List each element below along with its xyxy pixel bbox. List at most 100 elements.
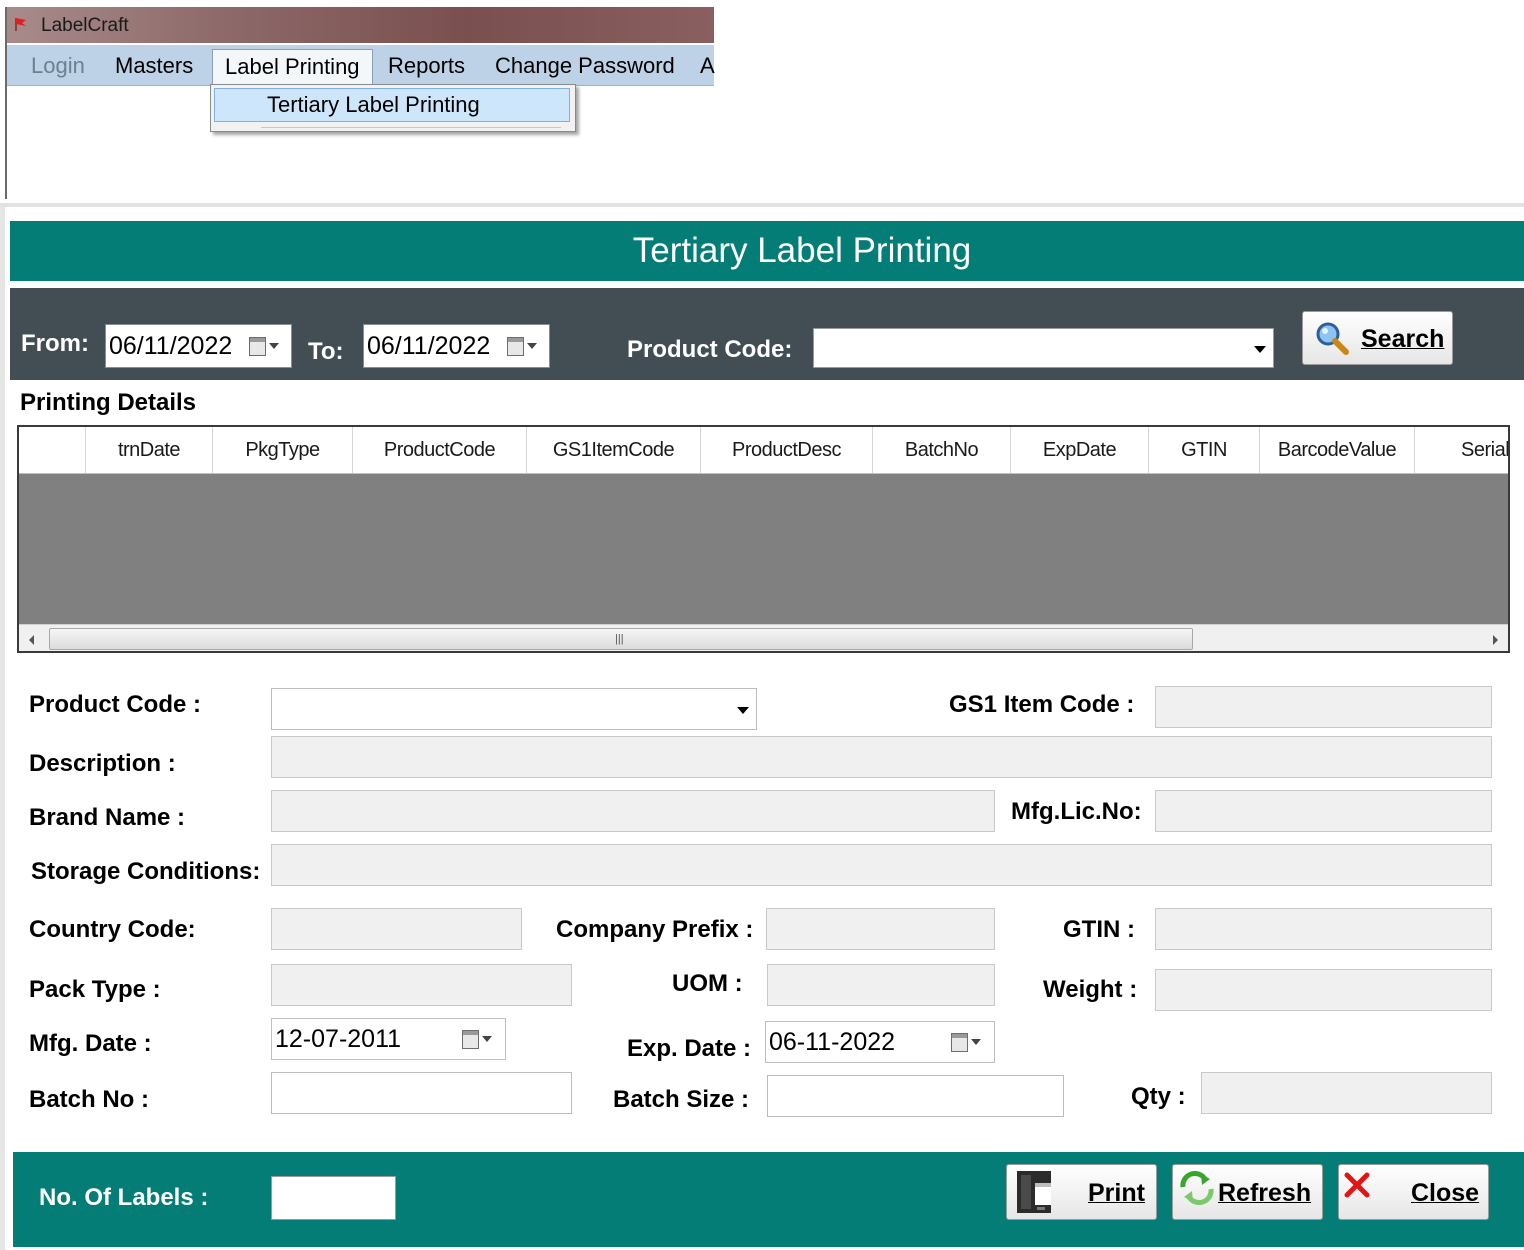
app-title: LabelCraft	[41, 15, 129, 36]
from-label: From:	[21, 330, 89, 357]
exp-date-label: Exp. Date :	[627, 1035, 752, 1062]
mfg-date-label: Mfg. Date :	[29, 1030, 152, 1057]
grid-column-header[interactable]: BarcodeValue	[1260, 427, 1415, 473]
product-code-combo[interactable]	[271, 688, 757, 730]
tertiary-label-printing-form: Tertiary Label Printing From: 06/11/2022…	[0, 203, 1524, 1250]
gs1-item-code-field[interactable]	[1155, 686, 1492, 728]
search-button[interactable]: Search	[1302, 311, 1453, 365]
from-date-picker[interactable]: 06/11/2022	[105, 324, 292, 368]
filter-bar: From: 06/11/2022 To: 06/11/2022 Product …	[10, 288, 1524, 380]
gs1-item-code-label: GS1 Item Code :	[949, 691, 1135, 718]
batch-size-label: Batch Size :	[613, 1086, 750, 1113]
calendar-dropdown-icon[interactable]	[249, 335, 283, 359]
refresh-arrows-icon	[1180, 1171, 1214, 1205]
calendar-dropdown-icon[interactable]	[951, 1031, 985, 1055]
gtin-label: GTIN :	[1063, 916, 1135, 943]
scrollbar-thumb[interactable]: |||	[49, 628, 1193, 650]
pack-type-field[interactable]	[271, 964, 572, 1006]
printer-icon	[1017, 1171, 1051, 1213]
grid-column-header[interactable]: ProductDesc	[701, 427, 873, 473]
grid-column-header[interactable]: ExpDate	[1011, 427, 1149, 473]
refresh-button[interactable]: Refresh	[1172, 1164, 1323, 1220]
menu-bar: Login Masters Label Printing Reports Cha…	[7, 45, 715, 86]
qty-field[interactable]	[1201, 1072, 1492, 1114]
filter-product-code-combo[interactable]	[813, 328, 1274, 368]
calendar-dropdown-icon[interactable]	[507, 335, 541, 359]
form-left-edge	[0, 207, 5, 1250]
grid-column-header[interactable]: GTIN	[1149, 427, 1260, 473]
menu-change-password[interactable]: Change Password	[495, 53, 675, 79]
red-flag-icon	[15, 18, 26, 31]
close-button[interactable]: Close	[1338, 1164, 1489, 1220]
batch-no-field[interactable]	[271, 1072, 572, 1114]
menu-truncated-item[interactable]: A	[700, 53, 715, 79]
printing-details-grid[interactable]: trnDate PkgType ProductCode GS1ItemCode …	[17, 425, 1510, 653]
batch-no-label: Batch No :	[29, 1086, 149, 1113]
product-code-label: Product Code :	[29, 691, 201, 718]
grid-column-header[interactable]: trnDate	[86, 427, 213, 473]
grid-row-header-corner	[19, 427, 86, 473]
company-prefix-field[interactable]	[766, 908, 995, 950]
label-printing-dropdown: Tertiary Label Printing	[210, 84, 576, 132]
weight-field[interactable]	[1155, 969, 1492, 1011]
mfg-date-picker[interactable]: 12-07-2011	[271, 1018, 506, 1060]
exp-date-picker[interactable]: 06-11-2022	[765, 1021, 995, 1063]
scroll-left-icon[interactable]	[29, 635, 34, 645]
description-field[interactable]	[271, 736, 1492, 778]
form-title: Tertiary Label Printing	[632, 231, 972, 270]
title-bar: LabelCraft	[7, 7, 714, 43]
brand-name-label: Brand Name :	[29, 804, 186, 831]
grid-column-header[interactable]: GS1ItemCode	[527, 427, 701, 473]
form-header: Tertiary Label Printing	[10, 221, 1524, 281]
print-button-label: Print	[1088, 1179, 1145, 1207]
batch-size-field[interactable]	[767, 1075, 1064, 1117]
grid-horizontal-scrollbar[interactable]: |||	[19, 624, 1508, 651]
brand-name-field[interactable]	[271, 790, 995, 832]
exp-date-value: 06-11-2022	[769, 1028, 896, 1056]
red-x-icon	[1344, 1172, 1370, 1198]
gtin-field[interactable]	[1155, 908, 1492, 950]
to-date-picker[interactable]: 06/11/2022	[363, 324, 550, 368]
mfg-lic-no-label: Mfg.Lic.No:	[1011, 798, 1142, 825]
menu-reports[interactable]: Reports	[388, 53, 465, 79]
no-of-labels-label: No. Of Labels :	[39, 1184, 209, 1211]
search-button-label: Search	[1361, 325, 1445, 353]
from-date-value: 06/11/2022	[109, 332, 233, 360]
weight-label: Weight :	[1043, 976, 1138, 1003]
chevron-down-icon	[737, 707, 749, 714]
mfg-lic-no-field[interactable]	[1155, 790, 1492, 832]
qty-label: Qty :	[1131, 1083, 1186, 1110]
menu-item-tertiary-label-printing[interactable]: Tertiary Label Printing	[214, 88, 570, 122]
to-date-value: 06/11/2022	[367, 332, 491, 360]
no-of-labels-field[interactable]	[271, 1176, 396, 1220]
grid-column-header[interactable]: SerialN	[1415, 427, 1508, 473]
menu-label-printing[interactable]: Label Printing	[212, 49, 373, 86]
magnifier-icon	[1316, 322, 1349, 355]
grid-header-row: trnDate PkgType ProductCode GS1ItemCode …	[19, 427, 1508, 474]
company-prefix-label: Company Prefix :	[556, 916, 754, 943]
mfg-date-value: 12-07-2011	[275, 1025, 402, 1053]
print-button[interactable]: Print	[1006, 1164, 1157, 1220]
grid-column-header[interactable]: BatchNo	[873, 427, 1011, 473]
pack-type-label: Pack Type :	[29, 976, 161, 1003]
form-footer: No. Of Labels : Print Refresh Close	[13, 1152, 1524, 1247]
filter-product-code-label: Product Code:	[627, 336, 793, 363]
uom-field[interactable]	[767, 964, 995, 1006]
grip-icon: |||	[615, 633, 624, 645]
dropdown-divider	[261, 127, 561, 128]
calendar-dropdown-icon[interactable]	[462, 1028, 496, 1052]
app-window: LabelCraft Login Masters Label Printing …	[5, 7, 715, 199]
storage-conditions-field[interactable]	[271, 844, 1492, 886]
description-label: Description :	[29, 750, 176, 777]
chevron-down-icon	[1254, 346, 1266, 353]
grid-column-header[interactable]: ProductCode	[353, 427, 527, 473]
menu-login[interactable]: Login	[31, 53, 85, 79]
storage-conditions-label: Storage Conditions:	[31, 858, 261, 885]
country-code-field[interactable]	[271, 908, 522, 950]
scroll-right-icon[interactable]	[1493, 635, 1498, 645]
country-code-label: Country Code:	[29, 916, 196, 943]
close-button-label: Close	[1411, 1179, 1480, 1207]
grid-column-header[interactable]: PkgType	[213, 427, 353, 473]
menu-masters[interactable]: Masters	[115, 53, 193, 79]
refresh-button-label: Refresh	[1218, 1179, 1312, 1207]
